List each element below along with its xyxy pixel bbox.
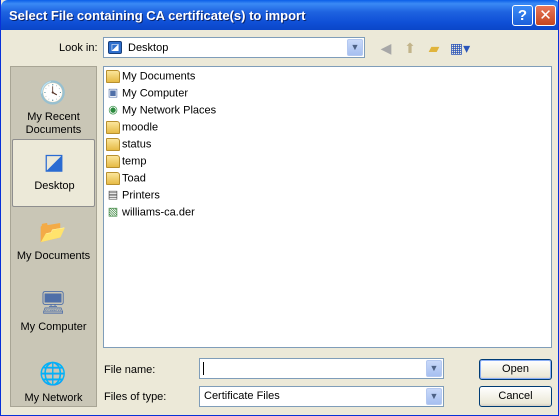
place-label: My Network bbox=[24, 392, 83, 404]
place-label: My Recent Documents bbox=[25, 111, 82, 136]
list-item[interactable]: temp bbox=[106, 155, 146, 171]
place-my-network[interactable]: 🌐 My Network bbox=[12, 352, 95, 406]
place-recent-documents[interactable]: 🕓 My Recent Documents bbox=[12, 71, 95, 139]
files-of-type-value: Certificate Files bbox=[204, 390, 280, 402]
my-computer-icon: 🖥 bbox=[39, 290, 67, 315]
folder-icon bbox=[106, 121, 120, 134]
list-item[interactable]: status bbox=[106, 138, 151, 154]
file-dialog: Select File containing CA certificate(s)… bbox=[0, 0, 559, 416]
look-in-value: Desktop bbox=[128, 42, 169, 54]
list-item[interactable]: ▤ Printers bbox=[106, 189, 160, 205]
text-caret bbox=[203, 362, 204, 375]
list-item[interactable]: moodle bbox=[106, 121, 158, 137]
file-list[interactable]: My Documents ▣ My Computer ◉ My Network Pl… bbox=[103, 66, 552, 348]
desktop-icon: ◪ bbox=[108, 41, 122, 54]
cancel-button[interactable]: Cancel bbox=[479, 386, 552, 407]
chevron-down-icon[interactable]: ▼ bbox=[426, 360, 442, 377]
list-item[interactable]: ◉ My Network Places bbox=[106, 104, 216, 120]
desktop-icon: ◪ bbox=[43, 149, 65, 174]
folder-icon bbox=[106, 138, 120, 151]
files-of-type-select[interactable]: Certificate Files ▼ bbox=[199, 386, 444, 407]
up-one-level-icon[interactable]: ⬆ bbox=[401, 39, 419, 57]
certificate-file-icon: ▧ bbox=[107, 206, 119, 218]
place-label: My Documents bbox=[16, 250, 91, 262]
help-button[interactable]: ? bbox=[512, 5, 533, 26]
places-bar: 🕓 My Recent Documents ◪ Desktop 📂 My Doc… bbox=[10, 66, 97, 407]
list-item[interactable]: My Documents bbox=[106, 70, 195, 86]
printers-icon: ▤ bbox=[107, 189, 119, 201]
place-my-documents[interactable]: 📂 My Documents bbox=[12, 210, 95, 278]
chevron-down-icon[interactable]: ▼ bbox=[426, 388, 442, 405]
place-label: My Computer bbox=[20, 321, 87, 333]
network-places-icon: ◉ bbox=[108, 104, 118, 116]
file-name-label: File name: bbox=[104, 364, 156, 376]
folder-icon bbox=[106, 172, 120, 185]
look-in-combobox[interactable]: ◪ Desktop ▼ bbox=[103, 37, 365, 58]
my-computer-icon: ▣ bbox=[107, 87, 119, 99]
close-button[interactable]: ✕ bbox=[535, 5, 556, 26]
my-documents-icon: 📂 bbox=[39, 219, 67, 244]
list-item[interactable]: Toad bbox=[106, 172, 146, 188]
place-desktop[interactable]: ◪ Desktop bbox=[12, 139, 95, 207]
my-documents-icon bbox=[106, 70, 120, 83]
views-menu-icon[interactable]: ▦▾ bbox=[448, 39, 472, 57]
title-bar[interactable]: Select File containing CA certificate(s)… bbox=[1, 0, 558, 30]
look-in-label: Look in: bbox=[59, 42, 98, 54]
files-of-type-label: Files of type: bbox=[104, 391, 167, 403]
list-item[interactable]: ▧ williams-ca.der bbox=[106, 206, 195, 222]
recent-documents-icon: 🕓 bbox=[39, 80, 67, 105]
folder-icon bbox=[106, 155, 120, 168]
file-name-input[interactable]: ▼ bbox=[199, 358, 444, 379]
window-title: Select File containing CA certificate(s)… bbox=[9, 8, 306, 23]
my-network-icon: 🌐 bbox=[39, 361, 67, 386]
place-my-computer[interactable]: 🖥 My Computer bbox=[12, 281, 95, 349]
new-folder-icon[interactable]: ▰ bbox=[425, 39, 443, 57]
open-button[interactable]: Open bbox=[479, 359, 552, 380]
list-item[interactable]: ▣ My Computer bbox=[106, 87, 188, 103]
chevron-down-icon[interactable]: ▼ bbox=[347, 39, 363, 56]
back-icon[interactable]: ◀ bbox=[377, 39, 395, 57]
place-label: Desktop bbox=[34, 180, 75, 192]
